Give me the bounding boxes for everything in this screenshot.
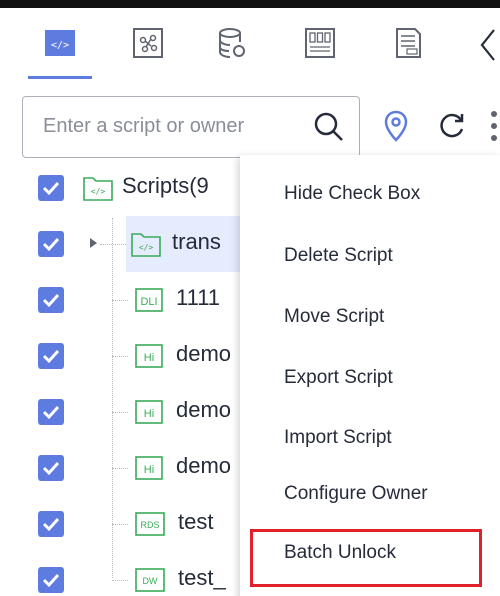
job-flow-icon: [133, 28, 163, 58]
row-label: demo: [176, 453, 232, 478]
checkmark-icon: [42, 461, 60, 476]
chevron-left-icon[interactable]: [476, 26, 500, 64]
log-file-icon: [396, 28, 421, 58]
tab-data[interactable]: [208, 22, 256, 72]
active-tab-indicator: [28, 76, 92, 79]
menu-item-import-script[interactable]: Import Script: [284, 427, 392, 449]
menu-item-delete-script[interactable]: Delete Script: [284, 245, 393, 267]
svg-text:</>: </>: [91, 187, 106, 196]
locate-icon[interactable]: [384, 110, 408, 142]
tree-guide-branch: [100, 244, 126, 245]
tab-tables[interactable]: [296, 22, 344, 72]
row-checkbox[interactable]: [38, 287, 64, 313]
row-label: demo: [176, 397, 232, 422]
search-box[interactable]: [22, 96, 360, 158]
svg-text:Hi: Hi: [144, 352, 154, 364]
tab-logs[interactable]: [384, 22, 432, 72]
script-code-icon: </>: [45, 30, 75, 56]
tree-guide-branch: [112, 524, 128, 525]
row-checkbox[interactable]: [38, 567, 64, 593]
rds-script-icon: RDS: [135, 512, 165, 536]
hive-script-icon: Hi: [135, 400, 163, 424]
folder-code-icon: </>: [131, 233, 161, 257]
root-label: Scripts(9: [122, 173, 209, 198]
menu-item-move-script[interactable]: Move Script: [284, 306, 384, 328]
checkmark-icon: [42, 405, 60, 420]
row-label: trans: [172, 229, 221, 254]
row-checkbox[interactable]: [38, 399, 64, 425]
checkmark-icon: [42, 181, 60, 196]
top-border: [0, 0, 500, 8]
highlight-annotation-box: [250, 529, 482, 587]
checkmark-icon: [42, 517, 60, 532]
row-label: test: [178, 509, 214, 534]
tree-guide-branch: [112, 300, 128, 301]
checkmark-icon: [42, 573, 60, 588]
tree-guide-branch: [112, 580, 128, 581]
menu-item-export-script[interactable]: Export Script: [284, 367, 393, 389]
row-checkbox[interactable]: [38, 455, 64, 481]
svg-text:DLI: DLI: [140, 296, 157, 308]
checkmark-icon: [42, 349, 60, 364]
svg-text:DW: DW: [143, 576, 158, 586]
dli-script-icon: DLI: [135, 288, 163, 312]
database-icon: [219, 28, 245, 58]
dws-script-icon: DW: [135, 568, 165, 592]
root-checkbox[interactable]: [38, 175, 64, 201]
search-icon[interactable]: [313, 111, 345, 143]
tab-jobs[interactable]: [124, 22, 172, 72]
svg-text:</>: </>: [51, 40, 69, 51]
tab-scripts[interactable]: </>: [36, 22, 84, 72]
row-label: test_: [178, 565, 226, 590]
menu-item-configure-owner[interactable]: Configure Owner: [284, 483, 428, 505]
folder-code-icon: </>: [83, 177, 113, 201]
row-checkbox[interactable]: [38, 511, 64, 537]
tree-guide-branch: [112, 468, 128, 469]
row-checkbox[interactable]: [38, 231, 64, 257]
svg-text:RDS: RDS: [140, 520, 159, 530]
expand-arrow-icon[interactable]: [90, 238, 97, 248]
more-icon[interactable]: [488, 108, 500, 148]
table-grid-icon: [305, 28, 335, 58]
svg-text:Hi: Hi: [144, 464, 154, 476]
checkmark-icon: [42, 293, 60, 308]
row-label: demo: [176, 341, 232, 366]
row-checkbox[interactable]: [38, 343, 64, 369]
svg-text:</>: </>: [139, 243, 154, 252]
tree-guide-branch: [112, 412, 128, 413]
hive-script-icon: Hi: [135, 344, 163, 368]
svg-text:Hi: Hi: [144, 408, 154, 420]
hive-script-icon: Hi: [135, 456, 163, 480]
tree-guide-branch: [112, 356, 128, 357]
checkmark-icon: [42, 237, 60, 252]
menu-item-hide-check-box[interactable]: Hide Check Box: [284, 183, 420, 205]
row-label: 1111: [176, 285, 221, 310]
search-input[interactable]: [23, 97, 293, 156]
refresh-icon[interactable]: [438, 112, 466, 140]
